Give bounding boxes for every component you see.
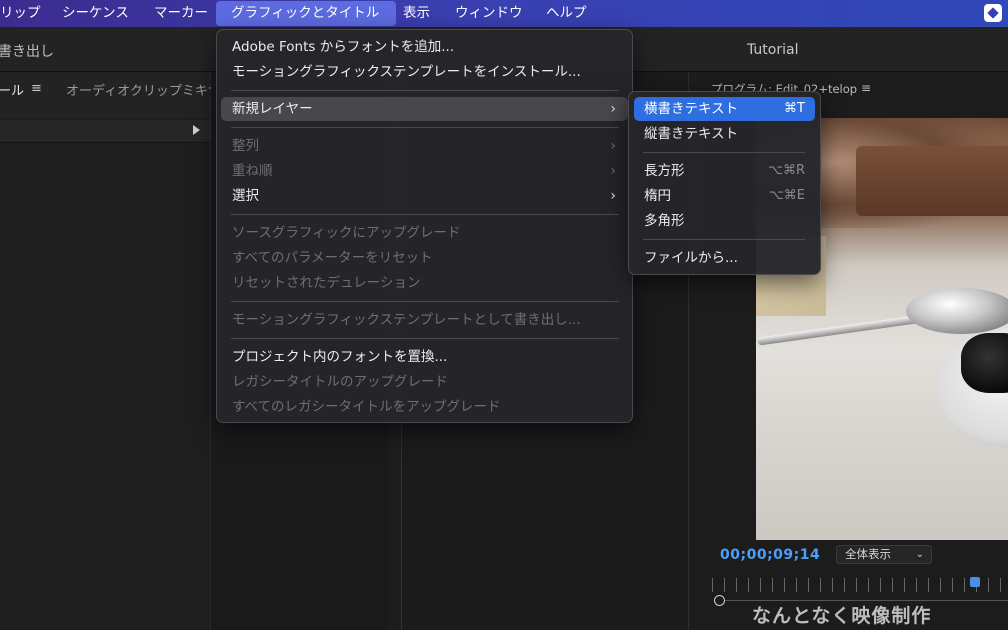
menu-item-new-layer[interactable]: 新規レイヤー › bbox=[221, 97, 628, 121]
tab-audio-clip-mixer[interactable]: オーディオクリップミキサー bbox=[66, 80, 234, 99]
time-ruler[interactable] bbox=[712, 578, 1008, 592]
zoom-fit-value: 全体表示 bbox=[845, 547, 891, 561]
menu-item-add-adobe-fonts[interactable]: Adobe Fonts からフォントを追加... bbox=[221, 35, 628, 59]
graphics-titles-dropdown: Adobe Fonts からフォントを追加... モーショングラフィックステンプ… bbox=[216, 29, 633, 423]
shortcut-label: ⌥⌘E bbox=[768, 188, 805, 203]
menu-view[interactable]: 表示 bbox=[394, 0, 439, 27]
menu-item-label: 重ね順 bbox=[232, 163, 273, 179]
submenu-item-label: 楕円 bbox=[644, 188, 671, 204]
watermark: なんとなく映像制作 bbox=[752, 605, 932, 627]
menu-item-label: 新規レイヤー bbox=[232, 101, 313, 117]
submenu-arrow-icon: › bbox=[610, 163, 616, 179]
menu-separator bbox=[231, 127, 619, 128]
panel-menu-icon[interactable]: ≡ bbox=[31, 81, 42, 96]
menu-item-upgrade-legacy-title: レガシータイトルのアップグレード bbox=[221, 370, 628, 394]
menu-item-label: 選択 bbox=[232, 188, 259, 204]
submenu-item-ellipse[interactable]: 楕円 ⌥⌘E bbox=[634, 184, 815, 208]
video-table bbox=[856, 146, 1008, 216]
submenu-arrow-icon: › bbox=[610, 188, 616, 204]
menu-marker[interactable]: マーカー bbox=[145, 0, 217, 27]
chevron-down-icon: ⌄ bbox=[915, 549, 924, 560]
left-panel bbox=[0, 72, 211, 630]
new-layer-submenu: 横書きテキスト ⌘T 縦書きテキスト 長方形 ⌥⌘R 楕円 ⌥⌘E 多角形 ファイルか… bbox=[628, 91, 821, 275]
zoom-fit-select[interactable]: 全体表示 ⌄ bbox=[836, 545, 932, 564]
menu-item-label: Adobe Fonts からフォントを追加... bbox=[232, 39, 455, 55]
submenu-item-label: 長方形 bbox=[644, 163, 685, 179]
menu-item-reset-all-parameters: すべてのパラメーターをリセット bbox=[221, 246, 628, 270]
submenu-item-label: 縦書きテキスト bbox=[644, 126, 739, 142]
menu-item-label: 整列 bbox=[232, 138, 259, 154]
menu-item-label: モーショングラフィックステンプレートをインストール... bbox=[232, 64, 581, 80]
menu-item-align: 整列 › bbox=[221, 134, 628, 158]
menu-separator bbox=[231, 338, 619, 339]
menu-item-label: ソースグラフィックにアップグレード bbox=[232, 225, 461, 241]
playhead-timecode[interactable]: 00;00;09;14 bbox=[720, 547, 820, 563]
submenu-item-from-file[interactable]: ファイルから... bbox=[634, 246, 815, 270]
menu-item-export-as-mogrt: モーショングラフィックステンプレートとして書き出し... bbox=[221, 308, 628, 332]
submenu-item-polygon[interactable]: 多角形 bbox=[634, 209, 815, 233]
tab-tool[interactable]: ール bbox=[0, 80, 24, 99]
submenu-item-horizontal-text[interactable]: 横書きテキスト ⌘T bbox=[634, 97, 815, 121]
menu-window[interactable]: ウィンドウ bbox=[446, 0, 532, 27]
submenu-item-label: 多角形 bbox=[644, 213, 685, 229]
menu-item-label: すべてのパラメーターをリセット bbox=[232, 250, 433, 266]
menu-separator bbox=[231, 90, 619, 91]
menu-separator bbox=[231, 214, 619, 215]
submenu-separator bbox=[643, 239, 805, 240]
video-dark-object bbox=[961, 333, 1008, 393]
submenu-item-vertical-text[interactable]: 縦書きテキスト bbox=[634, 122, 815, 146]
menu-bar: リップ シーケンス マーカー グラフィックとタイトル 表示 ウィンドウ ヘルプ bbox=[0, 0, 1008, 27]
menu-item-upgrade-source-graphic: ソースグラフィックにアップグレード bbox=[221, 221, 628, 245]
menu-item-replace-fonts[interactable]: プロジェクト内のフォントを置換... bbox=[221, 345, 628, 369]
submenu-item-label: 横書きテキスト bbox=[644, 101, 739, 117]
menu-item-upgrade-all-legacy-titles: すべてのレガシータイトルをアップグレード bbox=[221, 395, 628, 419]
video-spoon bbox=[906, 288, 1008, 334]
menu-item-arrange: 重ね順 › bbox=[221, 159, 628, 183]
tutorial-label[interactable]: Tutorial bbox=[747, 42, 798, 58]
menu-graphics-and-titles[interactable]: グラフィックとタイトル bbox=[216, 1, 396, 26]
menu-item-install-mogrt[interactable]: モーショングラフィックステンプレートをインストール... bbox=[221, 60, 628, 84]
menu-item-label: プロジェクト内のフォントを置換... bbox=[232, 349, 448, 365]
submenu-separator bbox=[643, 152, 805, 153]
export-workspace-title[interactable]: 書き出し bbox=[0, 41, 54, 61]
expand-arrow-icon[interactable] bbox=[193, 125, 200, 135]
menu-item-label: レガシータイトルのアップグレード bbox=[232, 374, 448, 390]
submenu-arrow-icon: › bbox=[610, 101, 616, 117]
scrub-knob[interactable] bbox=[714, 595, 725, 606]
left-panel-header-row bbox=[0, 120, 210, 143]
submenu-item-rectangle[interactable]: 長方形 ⌥⌘R bbox=[634, 159, 815, 183]
playhead-marker[interactable] bbox=[970, 577, 980, 587]
menu-item-reset-duration: リセットされたデュレーション bbox=[221, 271, 628, 295]
menu-item-label: すべてのレガシータイトルをアップグレード bbox=[232, 399, 501, 415]
submenu-arrow-icon: › bbox=[610, 138, 616, 154]
video-spoon-handle bbox=[757, 314, 927, 346]
app-icon[interactable] bbox=[984, 4, 1002, 22]
submenu-item-label: ファイルから... bbox=[644, 250, 738, 266]
menu-sequence[interactable]: シーケンス bbox=[53, 0, 138, 27]
menu-help[interactable]: ヘルプ bbox=[537, 0, 596, 27]
program-menu-icon[interactable]: ≡ bbox=[861, 81, 871, 95]
shortcut-label: ⌥⌘R bbox=[767, 163, 805, 178]
menu-item-label: モーショングラフィックステンプレートとして書き出し... bbox=[232, 312, 581, 328]
menu-separator bbox=[231, 301, 619, 302]
shortcut-label: ⌘T bbox=[784, 101, 805, 116]
menu-clip[interactable]: リップ bbox=[0, 0, 50, 27]
menu-item-select[interactable]: 選択 › bbox=[221, 184, 628, 208]
menu-item-label: リセットされたデュレーション bbox=[232, 275, 421, 291]
